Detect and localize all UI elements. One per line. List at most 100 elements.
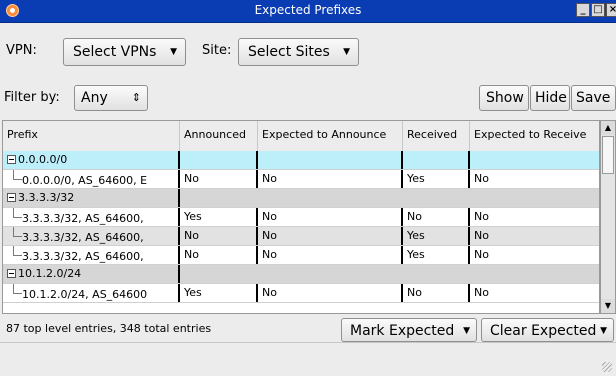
announced-cell: No [180, 170, 258, 188]
prefix-cell: 10.1.2.0/24, AS_64600 [3, 284, 180, 302]
column-header-announced[interactable]: Announced [180, 121, 258, 151]
filter-select-value: Any [81, 90, 108, 106]
column-header-expected-to-receive[interactable]: Expected to Receive [470, 121, 599, 151]
group-row-fill [180, 265, 599, 283]
expected-receive-cell: No [474, 172, 489, 185]
prefix-text: 0.0.0.0/0 [18, 153, 68, 166]
received-cell: No [403, 284, 470, 302]
received-cell: No [403, 208, 470, 226]
prefix-text: 3.3.3.3/32, AS_64600, [22, 250, 144, 263]
expected-receive-cell: No [474, 286, 489, 299]
save-button-label: Save [576, 90, 611, 106]
expected-announce-cell: No [258, 284, 403, 302]
prefix-cell: 0.0.0.0/0 [3, 151, 180, 169]
expected-receive-cell: No [474, 210, 489, 223]
received-cell: Yes [403, 227, 470, 245]
resize-grip-icon[interactable] [602, 362, 612, 372]
minimize-button[interactable]: _ [576, 3, 590, 17]
show-button[interactable]: Show [479, 85, 529, 111]
filter-label: Filter by: [4, 90, 60, 105]
expected-receive-cell: No [474, 248, 489, 261]
prefix-cell: 10.1.2.0/24 [3, 265, 180, 283]
expected-announce-cell: No [258, 170, 403, 188]
column-header-prefix[interactable]: Prefix [3, 121, 180, 151]
collapse-toggle-icon[interactable] [7, 193, 16, 202]
expected-announce-cell: No [258, 246, 403, 264]
expected-announce-cell: No [258, 208, 403, 226]
prefix-text: 3.3.3.3/32, AS_64600, [22, 231, 144, 244]
site-select[interactable]: Select Sites ▼ [238, 38, 359, 66]
received-cell [403, 151, 470, 169]
site-label: Site: [202, 43, 232, 58]
tree-connector [13, 170, 22, 180]
announced-cell [180, 151, 258, 169]
table-row[interactable]: 3.3.3.3/32, AS_64600, No No Yes No [3, 246, 599, 265]
title-bar: Expected Prefixes _ □ × [0, 0, 616, 23]
show-button-label: Show [486, 90, 524, 106]
vpn-label: VPN: [6, 43, 37, 58]
received-cell: Yes [403, 170, 470, 188]
prefix-cell: 3.3.3.3/32, AS_64600, [3, 246, 180, 264]
tree-connector [13, 246, 22, 256]
chevron-down-icon: ▼ [600, 326, 607, 336]
table-row[interactable]: 10.1.2.0/24, AS_64600 Yes No No No [3, 284, 599, 303]
expected-announce-cell: No [258, 227, 403, 245]
table-row[interactable]: 10.1.2.0/24 [3, 265, 599, 284]
expected-receive-cell [470, 151, 599, 169]
table-row[interactable]: 3.3.3.3/32 [3, 189, 599, 208]
table-row[interactable]: 3.3.3.3/32, AS_64600, Yes No No No [3, 208, 599, 227]
prefix-cell: 3.3.3.3/32 [3, 189, 180, 207]
bottom-divider [0, 342, 616, 343]
received-cell: Yes [403, 246, 470, 264]
prefix-cell: 3.3.3.3/32, AS_64600, [3, 208, 180, 226]
scroll-up-icon[interactable]: ▲ [601, 121, 615, 135]
announced-cell: Yes [180, 284, 258, 302]
mark-expected-label: Mark Expected [350, 323, 455, 339]
prefix-text: 10.1.2.0/24 [18, 267, 82, 280]
hide-button[interactable]: Hide [530, 85, 570, 111]
chevron-down-icon: ▼ [170, 47, 177, 57]
maximize-button[interactable]: □ [591, 3, 605, 17]
tree-connector [13, 227, 22, 237]
chevron-down-icon: ▼ [463, 326, 470, 336]
table-body: 0.0.0.0/0 0.0.0.0/0, AS_64600, E No No Y… [3, 151, 599, 313]
table-header: Prefix Announced Expected to Announce Re… [3, 121, 599, 152]
vertical-scrollbar[interactable]: ▲ ▼ [600, 120, 616, 314]
table-row[interactable]: 0.0.0.0/0 [3, 151, 599, 170]
vpn-select-value: Select VPNs [73, 44, 157, 60]
announced-cell: No [180, 246, 258, 264]
hide-button-label: Hide [535, 90, 567, 106]
table-row[interactable]: 3.3.3.3/32, AS_64600, No No Yes No [3, 227, 599, 246]
clear-expected-button[interactable]: Clear Expected ▼ [481, 318, 614, 342]
group-row-fill [180, 189, 599, 207]
prefix-text: 3.3.3.3/32 [18, 191, 75, 204]
status-text: 87 top level entries, 348 total entries [6, 322, 212, 335]
table-row[interactable]: 0.0.0.0/0, AS_64600, E No No Yes No [3, 170, 599, 189]
scroll-thumb[interactable] [602, 136, 614, 174]
prefix-text: 0.0.0.0/0, AS_64600, E [22, 174, 148, 187]
site-select-value: Select Sites [248, 44, 330, 60]
prefix-cell: 3.3.3.3/32, AS_64600, [3, 227, 180, 245]
collapse-toggle-icon[interactable] [7, 155, 16, 164]
prefix-text: 3.3.3.3/32, AS_64600, [22, 212, 144, 225]
clear-expected-label: Clear Expected [490, 323, 597, 339]
mark-expected-button[interactable]: Mark Expected ▼ [341, 318, 477, 342]
expected-receive-cell: No [474, 229, 489, 242]
up-down-arrows-icon: ⇕ [131, 91, 141, 104]
prefix-table: Prefix Announced Expected to Announce Re… [2, 120, 600, 314]
scroll-down-icon[interactable]: ▼ [601, 299, 615, 313]
filter-select[interactable]: Any ⇕ [74, 85, 148, 111]
tree-connector [13, 208, 22, 218]
vpn-select[interactable]: Select VPNs ▼ [63, 38, 186, 66]
tree-connector [13, 284, 22, 294]
expected-announce-cell [258, 151, 403, 169]
collapse-toggle-icon[interactable] [7, 269, 16, 278]
column-header-expected-to-announce[interactable]: Expected to Announce [258, 121, 403, 151]
column-header-received[interactable]: Received [403, 121, 470, 151]
save-button[interactable]: Save [571, 85, 616, 111]
close-button[interactable]: × [606, 3, 616, 17]
announced-cell: Yes [180, 208, 258, 226]
window-title: Expected Prefixes [254, 3, 362, 17]
announced-cell: No [180, 227, 258, 245]
prefix-text: 10.1.2.0/24, AS_64600 [22, 288, 148, 301]
